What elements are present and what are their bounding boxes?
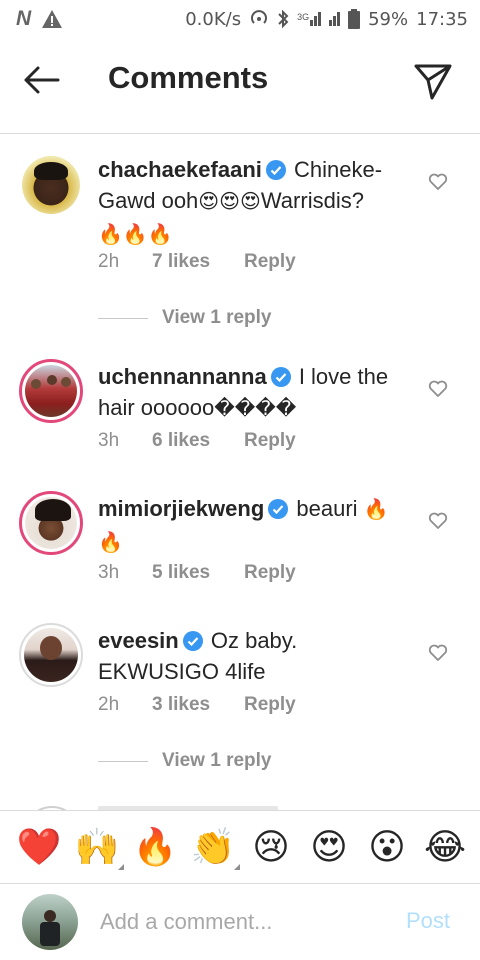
verified-badge-icon bbox=[182, 631, 203, 651]
skin-tone-indicator bbox=[234, 864, 240, 870]
comment-text: mimiorjiekweng beauri 🔥 🔥 bbox=[98, 493, 416, 559]
view-replies-label: View 1 reply bbox=[162, 307, 272, 328]
comment-username[interactable]: eveesin bbox=[98, 628, 179, 653]
comment-meta: 3h 5 likes Reply bbox=[98, 562, 296, 584]
comment-meta: 2h 3 likes Reply bbox=[98, 694, 296, 716]
hotspot-icon bbox=[251, 10, 268, 24]
comment-input[interactable] bbox=[100, 906, 390, 938]
comment-emoji: 🔥 bbox=[98, 532, 123, 554]
raised-hands-icon: 🙌 bbox=[74, 826, 120, 867]
reply-button[interactable]: Reply bbox=[244, 562, 296, 584]
emoji-fire-button[interactable]: 🔥 bbox=[126, 818, 184, 876]
comment-likes[interactable]: 6 likes bbox=[152, 430, 244, 452]
warning-icon bbox=[42, 10, 63, 28]
emoji-surprised-button[interactable]: 😮 bbox=[358, 818, 416, 876]
view-replies-button[interactable]: View 1 reply bbox=[98, 307, 272, 329]
skin-tone-indicator bbox=[118, 864, 124, 870]
comment-likes[interactable]: 5 likes bbox=[152, 562, 244, 584]
comment-username[interactable]: uchennannanna bbox=[98, 364, 267, 389]
comment-emoji: ���� bbox=[214, 398, 297, 420]
emoji-quick-bar: ❤️ 🙌 🔥 👏 😢 😍 😮 😂 bbox=[0, 810, 480, 884]
reply-button[interactable]: Reply bbox=[244, 430, 296, 452]
avatar[interactable] bbox=[22, 156, 80, 214]
verified-badge-icon bbox=[265, 160, 286, 180]
comment-message: beauri bbox=[296, 496, 358, 521]
divider bbox=[98, 760, 148, 762]
current-user-avatar bbox=[22, 894, 78, 950]
emoji-clap-button[interactable]: 👏 bbox=[184, 818, 242, 876]
comment-time: 3h bbox=[98, 562, 120, 583]
avatar[interactable] bbox=[19, 623, 83, 687]
emoji-raised-hands-button[interactable]: 🙌 bbox=[68, 818, 126, 876]
verified-badge-icon bbox=[268, 499, 289, 519]
like-heart-icon[interactable] bbox=[428, 379, 448, 399]
like-heart-icon[interactable] bbox=[428, 643, 448, 663]
like-heart-icon[interactable] bbox=[428, 511, 448, 531]
comment-message-end: Warrisdis? bbox=[260, 188, 364, 213]
comment-meta: 3h 6 likes Reply bbox=[98, 430, 296, 452]
battery-percent: 59% bbox=[368, 8, 409, 30]
bluetooth-icon bbox=[278, 9, 289, 29]
comment-composer: Post bbox=[0, 884, 480, 960]
reply-button[interactable]: Reply bbox=[244, 251, 296, 273]
network-speed: 0.0K/s bbox=[185, 8, 242, 30]
back-arrow-icon[interactable] bbox=[22, 62, 62, 98]
direct-send-icon[interactable] bbox=[410, 58, 454, 102]
next-comment-peek bbox=[0, 800, 480, 810]
verified-badge-icon bbox=[270, 367, 291, 387]
status-bar: N 0.0K/s 3G 59% 17:35 bbox=[0, 0, 480, 38]
avatar[interactable] bbox=[19, 359, 83, 423]
comment-likes[interactable]: 3 likes bbox=[152, 694, 244, 716]
comment-time: 2h bbox=[98, 251, 120, 272]
emoji-heart-button[interactable]: ❤️ bbox=[10, 818, 68, 876]
emoji-laughing-button[interactable]: 😂 bbox=[416, 818, 474, 876]
app-notification-icon: N bbox=[16, 7, 32, 30]
battery-icon bbox=[348, 9, 361, 29]
clapping-hands-icon: 👏 bbox=[190, 826, 236, 867]
emoji-sad-button[interactable]: 😢 bbox=[242, 818, 300, 876]
comment-text: uchennannanna I love the hair oooooo���� bbox=[98, 361, 416, 425]
avatar[interactable] bbox=[19, 491, 83, 555]
like-heart-icon[interactable] bbox=[428, 172, 448, 192]
post-button[interactable]: Post bbox=[406, 908, 450, 934]
view-replies-button[interactable]: View 1 reply bbox=[98, 750, 272, 772]
view-replies-label: View 1 reply bbox=[162, 750, 272, 771]
comment-username[interactable]: mimiorjiekweng bbox=[98, 496, 264, 521]
page-title: Comments bbox=[108, 60, 269, 95]
comment-text: chachaekefaani Chineke-Gawd ooh😍😍😍Warris… bbox=[98, 154, 416, 251]
comment-username[interactable]: chachaekefaani bbox=[98, 157, 262, 182]
signal-icon: 3G bbox=[297, 12, 341, 26]
comment-time: 2h bbox=[98, 694, 120, 715]
comment-text: eveesin Oz baby. EKWUSIGO 4life bbox=[98, 625, 416, 687]
comment-emoji: 🔥 bbox=[363, 499, 389, 521]
comment-meta: 2h 7 likes Reply bbox=[98, 251, 296, 273]
header: Comments bbox=[0, 38, 480, 134]
reply-button[interactable]: Reply bbox=[244, 694, 296, 716]
clock: 17:35 bbox=[416, 8, 468, 30]
comment-emoji: 😍😍😍 bbox=[198, 191, 261, 213]
comment-time: 3h bbox=[98, 430, 120, 451]
emoji-heart-eyes-button[interactable]: 😍 bbox=[300, 818, 358, 876]
divider bbox=[98, 317, 148, 319]
comment-likes[interactable]: 7 likes bbox=[152, 251, 244, 273]
comment-emoji: 🔥🔥🔥 bbox=[98, 224, 173, 246]
